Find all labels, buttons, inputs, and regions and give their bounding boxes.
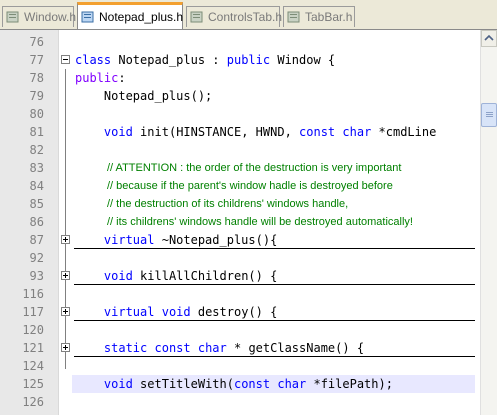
folded-block-underline	[74, 356, 475, 357]
vertical-scrollbar[interactable]	[480, 30, 497, 415]
code-editor[interactable]: 76 77 class Notepad_plus : public Window…	[0, 29, 497, 415]
fold-expand-icon[interactable]	[61, 235, 70, 244]
line-number: 76	[29, 35, 44, 49]
code-text: void setTitleWith(const char *filePath);	[103, 377, 393, 391]
line-number: 82	[29, 143, 44, 157]
code-comment: // because if the parent's window hadle …	[107, 180, 393, 192]
line-number: 85	[29, 197, 44, 211]
tab-label: Notepad_plus.h	[99, 10, 184, 24]
line-number: 86	[29, 215, 44, 229]
tab-window-h[interactable]: Window.h	[2, 6, 77, 27]
tab-controlstab-h[interactable]: ControlsTab.h	[186, 6, 283, 27]
tab-label: ControlsTab.h	[208, 10, 283, 24]
fold-expand-icon[interactable]	[61, 343, 70, 352]
document-tab-bar: Window.h Notepad_plus.h ControlsTab.h Ta…	[0, 0, 497, 30]
tab-notepad-plus-h[interactable]: Notepad_plus.h	[77, 2, 183, 29]
line-number: 117	[22, 305, 44, 319]
line-number: 80	[29, 107, 44, 121]
code-comment: // the destruction of its childrens' win…	[107, 198, 349, 210]
code-comment: // ATTENTION : the order of the destruct…	[107, 162, 402, 174]
line-number: 84	[29, 179, 44, 193]
line-number: 83	[29, 161, 44, 175]
line-number: 125	[22, 377, 44, 391]
code-text: static const char * getClassName() {	[103, 341, 365, 355]
code-text: public:	[75, 71, 126, 85]
file-icon	[190, 11, 204, 24]
line-number: 116	[22, 287, 44, 301]
tab-label: Window.h	[24, 10, 77, 24]
tab-label: TabBar.h	[305, 10, 353, 24]
folded-block-underline	[74, 320, 475, 321]
code-text: void killAllChildren() {	[103, 269, 278, 283]
tab-tabbar-h[interactable]: TabBar.h	[283, 6, 355, 27]
code-text: void init(HINSTANCE, HWND, const char *c…	[103, 125, 437, 139]
folded-block-underline	[74, 248, 475, 249]
folded-block-underline	[74, 284, 475, 285]
fold-guide-line	[65, 69, 66, 369]
code-text: class Notepad_plus : public Window {	[75, 53, 336, 67]
line-number: 120	[22, 323, 44, 337]
code-comment: // its childrens' windows handle will be…	[107, 216, 413, 228]
line-number: 93	[29, 269, 44, 283]
fold-collapse-icon[interactable]	[61, 55, 70, 64]
line-number: 92	[29, 251, 44, 265]
file-icon	[287, 11, 301, 24]
line-number: 121	[22, 341, 44, 355]
line-number: 124	[22, 359, 44, 373]
file-icon	[6, 11, 20, 24]
line-number: 79	[29, 89, 44, 103]
line-number: 77	[29, 53, 44, 67]
scroll-thumb[interactable]	[481, 103, 497, 127]
file-icon	[81, 11, 95, 24]
line-number: 126	[22, 395, 44, 409]
scroll-up-button[interactable]	[481, 30, 497, 47]
line-number: 78	[29, 71, 44, 85]
line-number: 87	[29, 233, 44, 247]
code-text: virtual void destroy() {	[103, 305, 278, 319]
fold-expand-icon[interactable]	[61, 307, 70, 316]
line-number: 81	[29, 125, 44, 139]
notepad-plus-window: Window.h Notepad_plus.h ControlsTab.h Ta…	[0, 0, 497, 415]
code-text: virtual ~Notepad_plus(){	[103, 233, 278, 247]
fold-expand-icon[interactable]	[61, 271, 70, 280]
chevron-up-icon	[484, 34, 494, 41]
code-text: Notepad_plus();	[103, 89, 213, 103]
